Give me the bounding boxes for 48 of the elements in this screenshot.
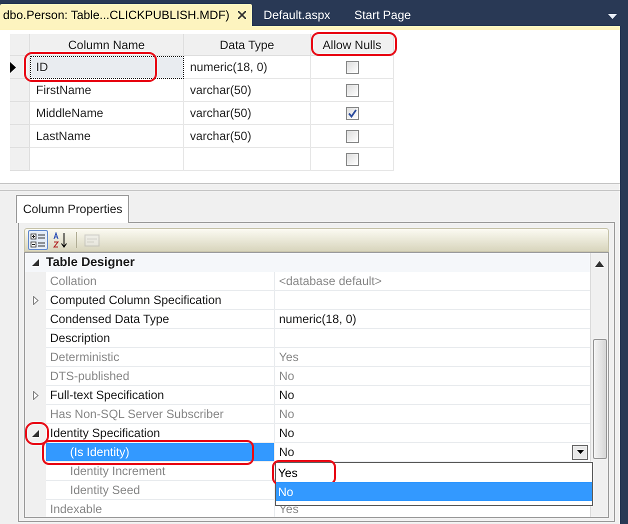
- scroll-thumb[interactable]: [592, 339, 607, 459]
- property-name[interactable]: Condensed Data Type: [46, 310, 275, 329]
- dropdown-icon[interactable]: [608, 14, 617, 19]
- checkbox[interactable]: [346, 152, 358, 166]
- column-name-text: LastName: [36, 128, 91, 145]
- table-cell[interactable]: [30, 148, 184, 171]
- category-title[interactable]: Table Designer: [46, 253, 135, 272]
- current-row-icon: [10, 62, 16, 72]
- table-cell[interactable]: MiddleName: [30, 102, 184, 125]
- close-icon[interactable]: [238, 11, 246, 19]
- column-header[interactable]: Data Type: [184, 34, 311, 56]
- checkbox[interactable]: [346, 130, 358, 142]
- checkbox[interactable]: [346, 84, 358, 96]
- table-cell[interactable]: varchar(50): [184, 125, 311, 148]
- table-cell[interactable]: varchar(50): [184, 79, 311, 102]
- expander-icon[interactable]: [32, 259, 39, 266]
- row-margin: [25, 500, 46, 517]
- scroll-up-icon[interactable]: [595, 261, 604, 267]
- panel-tab[interactable]: Column Properties: [16, 195, 130, 223]
- table-cell[interactable]: numeric(18, 0): [184, 56, 311, 79]
- dropdown-list[interactable]: Yes No: [275, 462, 593, 506]
- caret-icon: [576, 450, 584, 454]
- column-header[interactable]: Column Name: [30, 34, 184, 56]
- table-cell[interactable]: LastName: [30, 125, 184, 148]
- table-cell[interactable]: varchar(50): [184, 102, 311, 125]
- property-value[interactable]: No: [275, 424, 590, 443]
- column-header[interactable]: Allow Nulls: [311, 34, 394, 56]
- column-name-text: MiddleName: [36, 105, 104, 122]
- column-name-text: FirstName: [36, 82, 92, 99]
- categorized-button[interactable]: [28, 230, 48, 250]
- property-value[interactable]: No: [275, 386, 590, 405]
- checkbox[interactable]: [346, 106, 358, 120]
- expander-icon[interactable]: [32, 430, 39, 437]
- document-tab[interactable]: Start Page: [342, 4, 423, 26]
- scrollbar[interactable]: [590, 253, 608, 517]
- row-header: [10, 34, 30, 56]
- property-name[interactable]: Computed Column Specification: [46, 291, 275, 310]
- column-name-text: ID: [36, 59, 48, 76]
- table-cell[interactable]: FirstName: [30, 79, 184, 102]
- document-tab[interactable]: Default.aspx: [252, 4, 342, 26]
- property-name[interactable]: Full-text Specification: [46, 386, 275, 405]
- dropdown-button[interactable]: [572, 444, 588, 460]
- property-value[interactable]: No: [275, 443, 590, 462]
- property-value[interactable]: numeric(18, 0): [275, 310, 590, 329]
- row-header[interactable]: [10, 56, 30, 79]
- checkbox[interactable]: [346, 60, 358, 74]
- document-tab[interactable]: dbo.Person: Table...CLICKPUBLISH.MDF): [0, 4, 252, 26]
- property-name[interactable]: Description: [46, 329, 275, 348]
